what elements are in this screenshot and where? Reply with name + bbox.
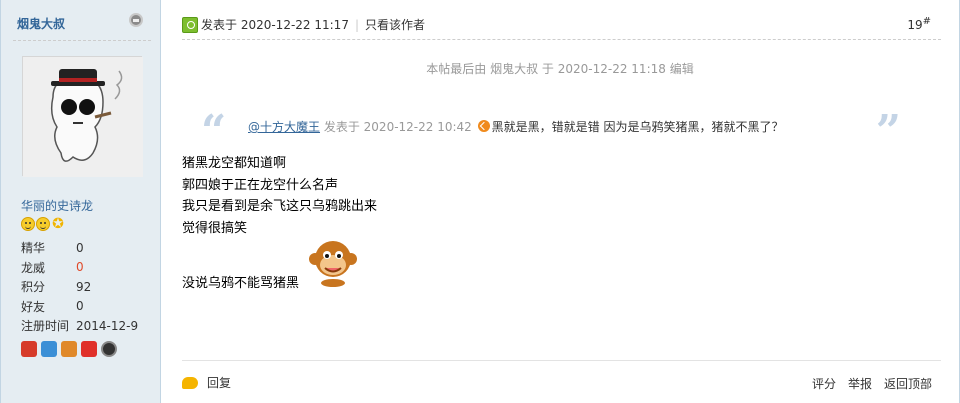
medal-ribbon-icon[interactable] — [81, 341, 97, 357]
post-line: 我只是看到是余飞这只乌鸦跳出来 — [182, 199, 378, 214]
divider — [182, 360, 941, 361]
monkey-emoticon-icon — [307, 237, 359, 287]
jump-back-icon[interactable] — [477, 120, 490, 132]
stat-value[interactable]: 92 — [76, 280, 91, 294]
quote-text: @十方大魔王 发表于 2020-12-22 10:42 黑就是黑，错就是错 因为… — [248, 118, 783, 135]
author-name[interactable]: 烟鬼大叔 — [17, 15, 65, 32]
reply-icon — [182, 376, 198, 389]
stat-row: 积分 92 — [21, 277, 138, 297]
medal-thunder-icon[interactable] — [21, 341, 37, 357]
smile-face-icon — [36, 217, 50, 231]
post-line: 觉得很搞笑 — [182, 220, 248, 236]
only-author-link[interactable]: 只看该作者 — [365, 16, 425, 33]
user-stats: 精华 0 龙威 0 积分 92 好友 0 注册时间 2014-12-9 — [21, 238, 138, 336]
online-icon — [182, 16, 198, 33]
open-quote-icon: “ — [201, 106, 227, 157]
medal-cloud-icon[interactable] — [41, 341, 57, 357]
divider — [182, 39, 941, 40]
medal-flame-icon[interactable] — [61, 341, 77, 357]
floor-number-mark: # — [922, 16, 931, 27]
star-icon: ✪ — [52, 216, 64, 232]
close-quote-icon: ” — [875, 106, 901, 157]
user-rank[interactable]: 华丽的史诗龙 — [21, 197, 93, 214]
post-header: 发表于 2020-12-22 11:17 | 只看该作者 — [182, 16, 425, 33]
reply-button[interactable]: 回复 — [182, 374, 231, 391]
monkey-face-icon — [309, 241, 357, 287]
post-date: 发表于 2020-12-22 11:17 — [201, 18, 349, 32]
medal-eye-icon[interactable] — [101, 341, 117, 357]
stat-label: 精华 — [21, 241, 46, 256]
post-line: 郭四娘于正在龙空什么名声 — [182, 177, 339, 193]
post-body: 猪黑龙空都知道啊 郭四娘于正在龙空什么名声 我只是看到是余飞这只乌鸦跳出来 觉得… — [182, 153, 377, 239]
reply-label: 回复 — [207, 376, 232, 390]
floor-number[interactable]: 19# — [907, 16, 931, 32]
post-line: 没说乌鸦不能骂猪黑 — [182, 276, 300, 291]
separator: | — [354, 17, 359, 32]
stat-label: 注册时间 — [21, 319, 70, 334]
quote-content: 黑就是黑，错就是错 因为是乌鸦笑猪黑，猪就不黑了？ — [491, 120, 784, 134]
report-link[interactable]: 举报 — [848, 375, 872, 392]
floor-number-value: 19 — [907, 18, 923, 32]
back-to-top-link[interactable]: 返回顶部 — [884, 375, 932, 392]
stat-row: 龙威 0 — [21, 258, 138, 278]
stat-label: 龙威 — [21, 260, 46, 275]
divider — [13, 40, 151, 41]
post-container: 烟鬼大叔 华丽的史诗龙 ✪ 精华 0 龙威 0 积分 92 好友 0 注册时间 … — [0, 0, 960, 403]
quote-user-link[interactable]: @十方大魔王 — [248, 120, 320, 134]
smile-face-icon — [21, 217, 35, 231]
footer-actions: 评分 举报 返回顶部 — [812, 375, 932, 392]
rank-stars: ✪ — [21, 217, 65, 231]
stat-value[interactable]: 0 — [76, 241, 84, 255]
stat-row: 注册时间 2014-12-9 — [21, 316, 138, 336]
stat-row: 好友 0 — [21, 297, 138, 317]
edit-note: 本帖最后由 烟鬼大叔 于 2020-12-22 11:18 编辑 — [426, 62, 694, 76]
quote-meta: 发表于 2020-12-22 10:42 — [323, 120, 472, 134]
post-line: 猪黑龙空都知道啊 — [182, 156, 287, 171]
rate-link[interactable]: 评分 — [812, 375, 836, 392]
medal-list — [21, 341, 117, 357]
stat-row: 精华 0 — [21, 238, 138, 258]
stat-label: 好友 — [21, 299, 46, 314]
stat-value[interactable]: 0 — [76, 299, 84, 313]
stat-value: 0 — [76, 260, 84, 275]
online-status-icon[interactable] — [129, 13, 143, 27]
stat-value: 2014-12-9 — [76, 318, 139, 333]
stat-label: 积分 — [21, 280, 46, 295]
quote-block: “ @十方大魔王 发表于 2020-12-22 10:42 黑就是黑，错就是错 … — [201, 110, 901, 154]
